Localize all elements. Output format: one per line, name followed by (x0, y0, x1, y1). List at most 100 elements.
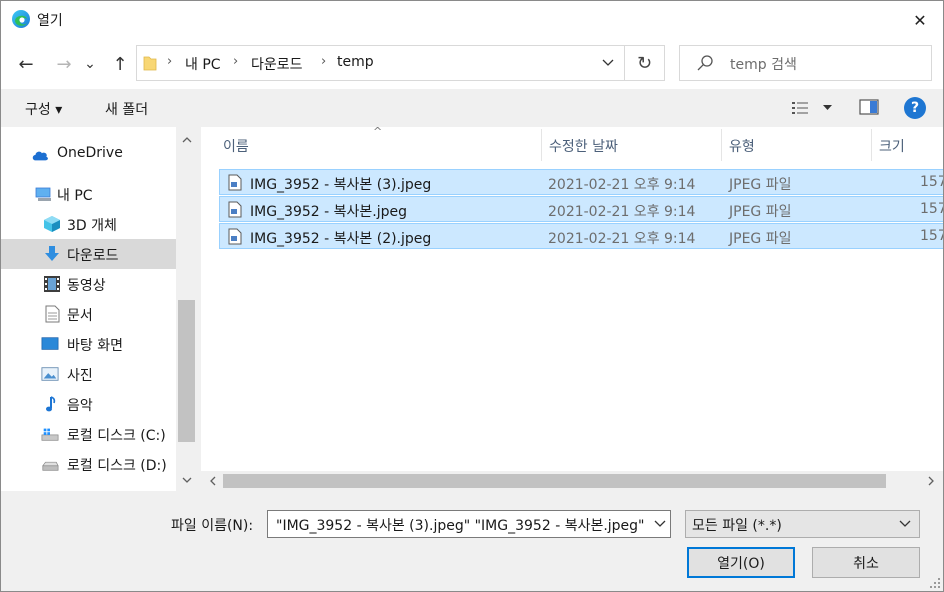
jpeg-file-icon (228, 228, 242, 245)
scrollbar-thumb[interactable] (178, 300, 195, 442)
new-folder-button[interactable]: 새 폴더 (105, 99, 148, 119)
jpeg-file-icon (228, 174, 242, 191)
recent-locations-button[interactable]: ⌄ (81, 51, 99, 77)
help-icon: ? (910, 100, 920, 116)
cancel-button[interactable]: 취소 (812, 547, 920, 578)
breadcrumb-separator[interactable]: › (233, 54, 238, 69)
file-type-value: 모든 파일 (*.*) (692, 518, 782, 534)
navigation-bar: ← → ⌄ ↑ › 내 PC › 다운로드 › temp ↻ temp 검색 (1, 39, 943, 89)
scroll-left-button[interactable] (203, 471, 223, 491)
sidebar-item-label: OneDrive (57, 145, 123, 161)
close-button[interactable]: ✕ (897, 1, 943, 39)
file-size: 157 (920, 201, 943, 217)
chevron-right-icon (928, 476, 934, 486)
sidebar-item-label: 문서 (67, 308, 93, 324)
file-name: IMG_3952 - 복사본 (2).jpeg (250, 231, 432, 247)
organize-menu-button[interactable]: 구성 ▾ (25, 99, 62, 119)
sidebar-item-this-pc[interactable]: 내 PC (1, 179, 176, 209)
file-type: JPEG 파일 (729, 204, 792, 220)
forward-button[interactable]: → (51, 51, 77, 77)
sidebar-item-label: 다운로드 (67, 248, 119, 264)
breadcrumb-separator: › (167, 54, 173, 69)
column-header-size[interactable]: 크기 (871, 127, 943, 163)
up-arrow-icon: ↑ (112, 53, 128, 75)
file-name: IMG_3952 - 복사본.jpeg (250, 204, 408, 220)
close-icon: ✕ (913, 10, 927, 30)
navigation-pane-scrollbar[interactable] (176, 127, 197, 491)
sidebar-item-label: 사진 (67, 368, 93, 384)
column-header-label: 이름 (223, 139, 249, 155)
scrollbar-thumb[interactable] (223, 474, 886, 488)
desktop-icon (41, 337, 59, 350)
search-icon (697, 55, 713, 71)
sidebar-item-downloads[interactable]: 다운로드 (1, 239, 176, 269)
jpeg-file-icon (228, 201, 242, 218)
file-name-value: "IMG_3952 - 복사본 (3).jpeg" "IMG_3952 - 복사… (276, 518, 645, 534)
column-header-label: 수정한 날짜 (549, 139, 618, 155)
search-placeholder: temp 검색 (730, 57, 797, 73)
sidebar-item-music[interactable]: 음악 (1, 389, 176, 419)
refresh-button[interactable]: ↻ (624, 46, 664, 80)
sidebar-item-label: 로컬 디스크 (D:) (67, 458, 167, 474)
column-header-type[interactable]: 유형 (721, 127, 871, 163)
title-bar[interactable]: 열기 ✕ (1, 1, 943, 39)
forward-arrow-icon: → (56, 53, 72, 75)
cloud-icon (32, 151, 48, 161)
view-options-button[interactable] (791, 100, 833, 118)
search-box[interactable]: temp 검색 (679, 45, 932, 81)
sidebar-item-label: 음악 (67, 398, 93, 414)
drive-icon (42, 461, 59, 471)
sidebar-item-label: 로컬 디스크 (C:) (67, 428, 166, 444)
help-button[interactable]: ? (904, 97, 926, 119)
file-name-label: 파일 이름(N): (171, 518, 254, 534)
download-icon (45, 246, 59, 261)
back-arrow-icon: ← (18, 53, 34, 75)
address-bar[interactable]: › 내 PC › 다운로드 › temp ↻ (136, 45, 665, 81)
sidebar-item-drive-c[interactable]: 로컬 디스크 (C:) (1, 419, 176, 449)
breadcrumb-temp[interactable]: temp (337, 54, 374, 70)
sidebar-item-3d-objects[interactable]: 3D 개체 (1, 209, 176, 239)
file-date: 2021-02-21 오후 9:14 (548, 204, 696, 220)
scroll-down-button[interactable] (176, 471, 197, 489)
column-header-name[interactable]: 이름 (201, 127, 541, 163)
sidebar-item-label: 3D 개체 (67, 218, 117, 234)
chevron-down-icon[interactable] (654, 515, 666, 531)
sidebar-item-pictures[interactable]: 사진 (1, 359, 176, 389)
file-name-input[interactable]: "IMG_3952 - 복사본 (3).jpeg" "IMG_3952 - 복사… (267, 510, 671, 538)
sidebar-item-drive-d[interactable]: 로컬 디스크 (D:) (1, 449, 176, 479)
file-row[interactable]: IMG_3952 - 복사본.jpeg 2021-02-21 오후 9:14 J… (219, 196, 943, 222)
breadcrumb-separator[interactable]: › (321, 54, 326, 69)
file-row[interactable]: IMG_3952 - 복사본 (2).jpeg 2021-02-21 오후 9:… (219, 223, 943, 249)
sidebar-item-onedrive[interactable]: OneDrive (1, 139, 176, 169)
file-type-select[interactable]: 모든 파일 (*.*) (685, 510, 920, 538)
sidebar-item-documents[interactable]: 문서 (1, 299, 176, 329)
sidebar-item-videos[interactable]: 동영상 (1, 269, 176, 299)
column-header-label: 크기 (879, 139, 905, 155)
cancel-button-label: 취소 (853, 555, 879, 572)
column-header-date[interactable]: 수정한 날짜 (541, 127, 721, 163)
document-icon (45, 305, 60, 323)
chevron-left-icon (210, 476, 216, 486)
address-history-button[interactable] (592, 46, 624, 80)
file-row[interactable]: IMG_3952 - 복사본 (3).jpeg 2021-02-21 오후 9:… (219, 169, 943, 195)
open-button[interactable]: 열기(O) (687, 547, 795, 578)
breadcrumb-downloads[interactable]: 다운로드 (251, 54, 303, 74)
back-button[interactable]: ← (13, 51, 39, 77)
file-date: 2021-02-21 오후 9:14 (548, 231, 696, 247)
sidebar-item-desktop[interactable]: 바탕 화면 (1, 329, 176, 359)
window-title: 열기 (37, 13, 63, 29)
windows-drive-icon (41, 428, 59, 441)
caret-down-icon (823, 105, 832, 110)
preview-pane-button[interactable] (859, 99, 879, 117)
scroll-right-button[interactable] (921, 471, 941, 491)
sidebar-item-label: 내 PC (57, 188, 93, 204)
resize-grip-icon[interactable] (929, 577, 941, 589)
file-type: JPEG 파일 (729, 231, 792, 247)
up-button[interactable]: ↑ (107, 51, 133, 77)
scroll-up-button[interactable] (176, 131, 197, 149)
file-list-horizontal-scrollbar[interactable] (201, 471, 943, 491)
breadcrumb-this-pc[interactable]: 내 PC (185, 54, 221, 74)
edge-browser-icon (12, 10, 30, 28)
file-type: JPEG 파일 (729, 177, 792, 193)
music-icon (46, 396, 56, 412)
